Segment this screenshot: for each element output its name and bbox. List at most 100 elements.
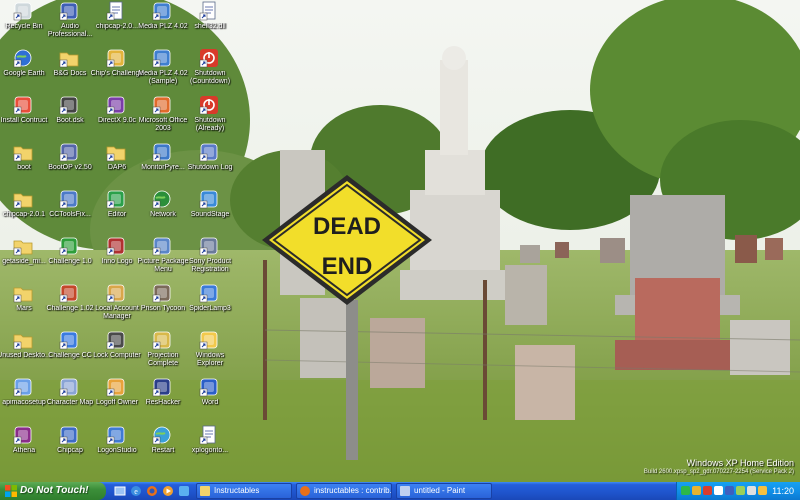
restart-icon [152,425,172,445]
network-icon [152,189,172,209]
desktop-icon[interactable]: DAP6 [93,141,141,189]
desktop-icon[interactable]: boot [0,141,48,189]
word-icon [199,377,219,397]
chips-challenge-icon [106,48,126,68]
desktop-icon[interactable]: Google Earth [0,47,48,95]
desktop-icon[interactable]: Challenge CC [46,329,94,377]
tray-network-icon[interactable] [681,486,690,495]
desktop-icon[interactable]: Local Account Manager [93,282,141,330]
folder-icon [106,142,126,162]
desktop-icon[interactable]: Word [186,376,234,424]
desktop-icon[interactable]: Lock Computer [93,329,141,377]
desktop-icon[interactable]: Challenge 1.0 [46,235,94,283]
desktop-icon[interactable]: Shutdown (Countdown) [186,47,234,95]
desktop-icon[interactable]: Restart [139,424,187,472]
desktop-icon[interactable]: Editor [93,188,141,236]
challenge-icon [59,283,79,303]
desktop-icon[interactable]: getaside_mi... [0,235,48,283]
account-manager-icon [106,283,126,303]
desktop-icon[interactable]: Media PLZ 4.02 [138,0,188,48]
internet-explorer-icon[interactable]: e [130,485,142,497]
desktop-icon[interactable]: chipcap-2.0.1 [0,188,48,236]
desktop-icon[interactable]: Projection Complete [139,329,187,377]
tray-app-icon[interactable] [714,486,723,495]
show-desktop-icon[interactable] [114,485,126,497]
tray-antivirus-icon[interactable] [703,486,712,495]
shutdown-icon [199,95,219,115]
prison-tycoon-icon [152,283,172,303]
logoff-icon [106,377,126,397]
firefox-icon[interactable] [146,485,158,497]
desktop-icon[interactable]: Shutdown (Already) [186,94,234,142]
start-button[interactable]: Do Not Touch! [0,482,106,500]
desktop-icon-label: shell32.dll [194,23,226,30]
svg-text:e: e [134,487,138,496]
taskbar-button[interactable]: Instructables [196,483,292,499]
desktop-icon[interactable]: Unused Deskto... [0,329,51,377]
desktop-icon[interactable]: DirectX 9.0c [93,94,141,142]
quicklaunch-app-icon[interactable] [178,485,190,497]
desktop-icon[interactable]: xplogonto... [186,424,234,472]
desktop-icon[interactable]: Install Contruct [0,94,48,142]
desktop-icon[interactable]: LogonStudio [93,424,141,472]
folder-icon [13,189,33,209]
sony-registration-icon [199,236,219,256]
challenge-icon [59,236,79,256]
tray-volume-icon[interactable] [747,486,756,495]
taskbar-button[interactable]: untitled - Paint [396,483,492,499]
desktop-icon[interactable]: Inno Logo [93,235,141,283]
google-earth-icon [13,48,33,68]
desktop-icon[interactable]: Prison Tycoon [139,282,187,330]
desktop: DEAD END Recycle Bin Google Earth Install … [0,0,800,482]
reshacker-icon [152,377,172,397]
desktop-icon[interactable]: Audio Professional... [46,0,94,48]
install-construct-icon [13,95,33,115]
desktop-icon[interactable]: Logoff Owner [93,376,141,424]
shutdown-icon [199,48,219,68]
cctools-icon [59,189,79,209]
desktop-icon[interactable]: chipcap-2.0... [93,0,141,48]
desktop-icon[interactable]: Character Map [46,376,94,424]
desktop-icon[interactable]: Boot.dsk [46,94,94,142]
desktop-icon[interactable]: Media PLZ 4.02 (Sample) [138,47,188,95]
folder-icon [13,236,33,256]
watermark-build: Build 2600.xpsp_sp2_gdr.070227-2254 (Ser… [643,469,794,475]
desktop-icon-label: xplogonto... [191,447,229,454]
desktop-icon[interactable]: ResHacker [139,376,187,424]
desktop-icon[interactable]: Athena [0,424,48,472]
desktop-icon[interactable]: Picture Package Menu [138,235,188,283]
desktop-icon[interactable]: Chipcap [46,424,94,472]
tray-messenger-icon[interactable] [758,486,767,495]
desktop-icon[interactable]: shell32.dll [186,0,234,48]
clock[interactable]: 11:20 [772,482,794,500]
desktop-icon[interactable]: Chip's Challenge [91,47,143,95]
taskbar-button[interactable]: instructables : contrib... [296,483,392,499]
desktop-icon[interactable]: Sony Product Registration [186,235,234,283]
folder-icon [13,283,33,303]
boot-dsk-icon [59,95,79,115]
tray-display-icon[interactable] [725,486,734,495]
desktop-icon[interactable]: BootOP v2.50 [46,141,94,189]
tray-update-icon[interactable] [736,486,745,495]
media-player-icon[interactable] [162,485,174,497]
tray-security-icon[interactable] [692,486,701,495]
monitor-icon [152,142,172,162]
desktop-icon[interactable]: B&G Docs [46,47,94,95]
audio-professional-icon [59,1,79,21]
desktop-icon[interactable]: Windows Explorer [186,329,234,377]
desktop-icon[interactable]: Shutdown Log [186,141,234,189]
desktop-icon[interactable]: SoundStage [186,188,234,236]
soundstage-icon [199,189,219,209]
desktop-icon[interactable]: Mars [0,282,48,330]
recycle-bin-icon [13,1,33,21]
desktop-icon[interactable]: Challenge 1.02 [46,282,94,330]
desktop-icon[interactable]: Microsoft Office 2003 [139,94,187,142]
desktop-icon[interactable]: MonitorPyre... [139,141,187,189]
desktop-icon[interactable]: apimacosetup [0,376,48,424]
desktop-icon[interactable]: SpiderLamp3 [186,282,234,330]
system-tray: 11:20 [676,482,800,500]
logonstudio-icon [106,425,126,445]
desktop-icon[interactable]: Recycle Bin [0,0,48,48]
desktop-icon[interactable]: CCToolsFix... [46,188,94,236]
desktop-icon[interactable]: Network [139,188,187,236]
